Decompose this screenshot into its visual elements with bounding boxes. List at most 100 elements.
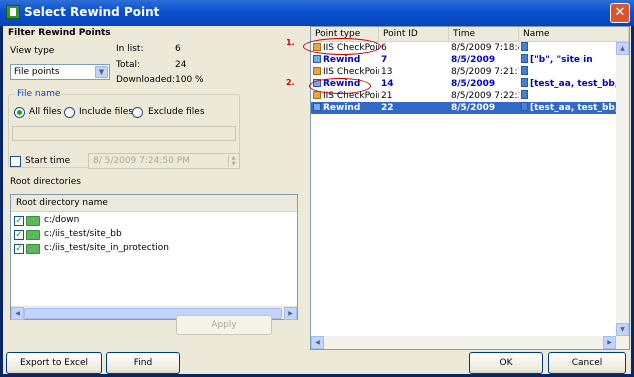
time-cell: 8/5/2009 <box>451 103 496 113</box>
folder-icon <box>26 216 40 226</box>
start-time-picker[interactable]: 8/ 5/2009 7:24:50 PM ▲ ▼ <box>88 153 240 169</box>
all-files-label: All files <box>29 107 62 117</box>
annotation-2: 2. <box>286 78 295 87</box>
annotation-ellipse-1 <box>303 38 381 55</box>
point-id-cell: 13 <box>381 67 393 77</box>
table-row[interactable]: IIS CheckPoint 13 8/5/2009 7:21:13 <box>311 66 629 78</box>
column-header-point-id[interactable]: Point ID <box>379 27 449 42</box>
folder-icon <box>26 244 40 254</box>
total-label: Total: <box>116 60 141 70</box>
scroll-left-icon[interactable]: ◀ <box>311 336 324 349</box>
annotation-1: 1. <box>286 38 295 47</box>
table-row-selected[interactable]: Rewind 22 8/5/2009 [test_aa, test_bb, <box>311 102 629 114</box>
root-directories-list: Root directory name ✓ c:/down ✓ c:/iis_t… <box>10 194 298 320</box>
filter-heading: Filter Rewind Points <box>8 28 111 38</box>
view-type-select[interactable]: File points ▼ <box>10 64 110 80</box>
all-files-radio[interactable] <box>14 107 25 118</box>
time-cell: 8/5/2009 <box>451 55 496 65</box>
file-name-input[interactable] <box>12 126 236 141</box>
time-cell: 8/5/2009 7:22:33 <box>451 91 519 101</box>
root-dir-label: c:/iis_test/site_in_protection <box>44 243 169 253</box>
point-type-text: Rewind <box>323 55 361 65</box>
root-dir-label: c:/iis_test/site_bb <box>44 229 122 239</box>
dialog-body: Filter Rewind Points View type File poin… <box>3 26 631 374</box>
document-icon <box>521 66 528 75</box>
name-text: [test_aa, test_bb, <box>530 103 619 113</box>
chevron-down-icon[interactable]: ▼ <box>95 66 108 78</box>
app-icon <box>6 5 20 19</box>
root-dir-label: c:/down <box>44 215 80 225</box>
point-id-cell: 22 <box>381 103 394 113</box>
rewind-icon <box>313 55 321 63</box>
time-cell: 8/5/2009 <box>451 79 496 89</box>
button-bar: Export to Excel Find OK Cancel <box>3 352 631 374</box>
rewind-points-grid: Point type Point ID Time Name IIS CheckP… <box>310 26 630 350</box>
point-type-text: Rewind <box>323 103 361 113</box>
dialog-window: Select Rewind Point ✕ Filter Rewind Poin… <box>0 0 634 377</box>
scroll-right-icon[interactable]: ▶ <box>284 307 297 320</box>
point-type-cell: Rewind <box>311 102 379 114</box>
view-type-label: View type <box>10 46 55 56</box>
grid-horizontal-scrollbar[interactable]: ◀ ▶ <box>311 336 629 349</box>
point-id-cell: 21 <box>381 91 393 101</box>
spinner-icon[interactable]: ▲ ▼ <box>228 155 238 167</box>
window-title: Select Rewind Point <box>24 5 160 19</box>
rewind-icon <box>313 103 321 111</box>
exclude-files-radio[interactable] <box>132 107 143 118</box>
start-time-value: 8/ 5/2009 7:24:50 PM <box>93 156 190 166</box>
export-to-excel-button[interactable]: Export to Excel <box>6 352 102 374</box>
document-icon <box>521 78 528 87</box>
close-button[interactable]: ✕ <box>610 3 630 23</box>
total-value: 24 <box>175 60 187 70</box>
root-directory-column-header[interactable]: Root directory name <box>11 195 297 212</box>
point-id-cell: 14 <box>381 79 394 89</box>
checkbox-checked-icon[interactable]: ✓ <box>14 216 24 226</box>
exclude-files-label: Exclude files <box>148 107 205 117</box>
start-time-checkbox[interactable] <box>10 156 21 167</box>
point-id-cell: 6 <box>381 43 387 53</box>
downloaded-label: Downloaded: <box>116 75 176 85</box>
scroll-up-icon[interactable]: ▲ <box>616 42 629 55</box>
downloaded-value: 100 % <box>175 75 204 85</box>
name-cell <box>519 66 629 78</box>
root-directories-label: Root directories <box>10 177 81 187</box>
checkbox-checked-icon[interactable]: ✓ <box>14 230 24 240</box>
find-button[interactable]: Find <box>106 352 180 374</box>
document-icon <box>521 102 528 111</box>
document-icon <box>521 42 528 51</box>
view-type-value: File points <box>14 67 60 77</box>
name-cell: [test_aa, test_bb, site in <box>519 78 629 90</box>
cancel-button[interactable]: Cancel <box>548 352 626 374</box>
file-name-group-label: File name <box>15 89 63 99</box>
annotation-ellipse-2 <box>309 78 371 94</box>
in-list-label: In list: <box>116 44 144 54</box>
ok-button[interactable]: OK <box>469 352 543 374</box>
point-type-cell: Rewind <box>311 54 379 66</box>
include-files-radio[interactable] <box>64 107 75 118</box>
time-cell: 8/5/2009 7:21:13 <box>451 67 519 77</box>
name-cell <box>519 42 629 54</box>
start-time-label: Start time <box>25 156 71 166</box>
name-text: [test_aa, test_bb, site in <box>530 79 629 89</box>
scroll-left-icon[interactable]: ◀ <box>11 307 24 320</box>
checkbox-checked-icon[interactable]: ✓ <box>14 244 24 254</box>
point-id-cell: 7 <box>381 55 388 65</box>
folder-icon <box>26 230 40 240</box>
include-files-label: Include files <box>79 107 134 117</box>
apply-button[interactable]: Apply <box>176 315 272 335</box>
column-header-time[interactable]: Time <box>449 27 519 42</box>
document-icon <box>521 90 528 99</box>
scroll-down-icon[interactable]: ▼ <box>616 323 629 336</box>
point-type-cell: IIS CheckPoint <box>311 66 379 78</box>
column-header-name[interactable]: Name <box>519 27 629 42</box>
name-cell: ["b", "site in <box>519 54 629 66</box>
checkpoint-icon <box>313 67 321 75</box>
table-row[interactable]: Rewind 7 8/5/2009 ["b", "site in <box>311 54 629 66</box>
document-icon <box>521 54 528 63</box>
time-cell: 8/5/2009 7:18:42 <box>451 43 519 53</box>
filter-panel: Filter Rewind Points View type File poin… <box>3 26 305 344</box>
title-bar: Select Rewind Point ✕ <box>0 0 634 26</box>
vertical-scrollbar[interactable]: ▲ ▼ <box>616 42 629 336</box>
name-cell <box>519 90 629 102</box>
scroll-right-icon[interactable]: ▶ <box>603 336 616 349</box>
